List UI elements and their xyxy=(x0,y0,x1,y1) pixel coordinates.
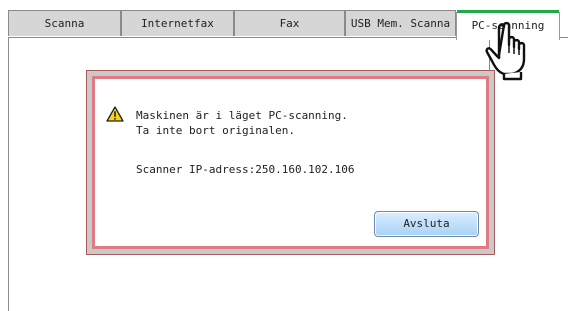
tab-usb-mem-scanna[interactable]: USB Mem. Scanna xyxy=(345,10,456,36)
message-line-2: Ta inte bort originalen. xyxy=(136,124,295,137)
close-button[interactable]: Avsluta xyxy=(374,211,479,237)
active-tab-indicator xyxy=(457,10,559,13)
pc-scanning-dialog: Maskinen är i läget PC-scanning. Ta inte… xyxy=(86,70,495,255)
tab-label: Internetfax xyxy=(141,17,214,30)
tab-label: USB Mem. Scanna xyxy=(350,17,451,30)
warning-icon xyxy=(106,106,124,122)
hand-pointer-icon xyxy=(485,21,526,81)
dialog-body: Maskinen är i läget PC-scanning. Ta inte… xyxy=(92,76,489,249)
tab-fax[interactable]: Fax xyxy=(234,10,345,36)
message-line-1: Maskinen är i läget PC-scanning. xyxy=(136,109,348,122)
scanner-ip-address: Scanner IP-adress:250.160.102.106 xyxy=(136,163,355,176)
tab-label: Fax xyxy=(279,17,300,30)
tab-scanna[interactable]: Scanna xyxy=(8,10,121,36)
dialog-message: Maskinen är i läget PC-scanning. Ta inte… xyxy=(136,108,348,138)
tab-internetfax[interactable]: Internetfax xyxy=(121,10,234,36)
close-button-label: Avsluta xyxy=(403,217,450,230)
tab-label: Scanna xyxy=(44,17,85,30)
